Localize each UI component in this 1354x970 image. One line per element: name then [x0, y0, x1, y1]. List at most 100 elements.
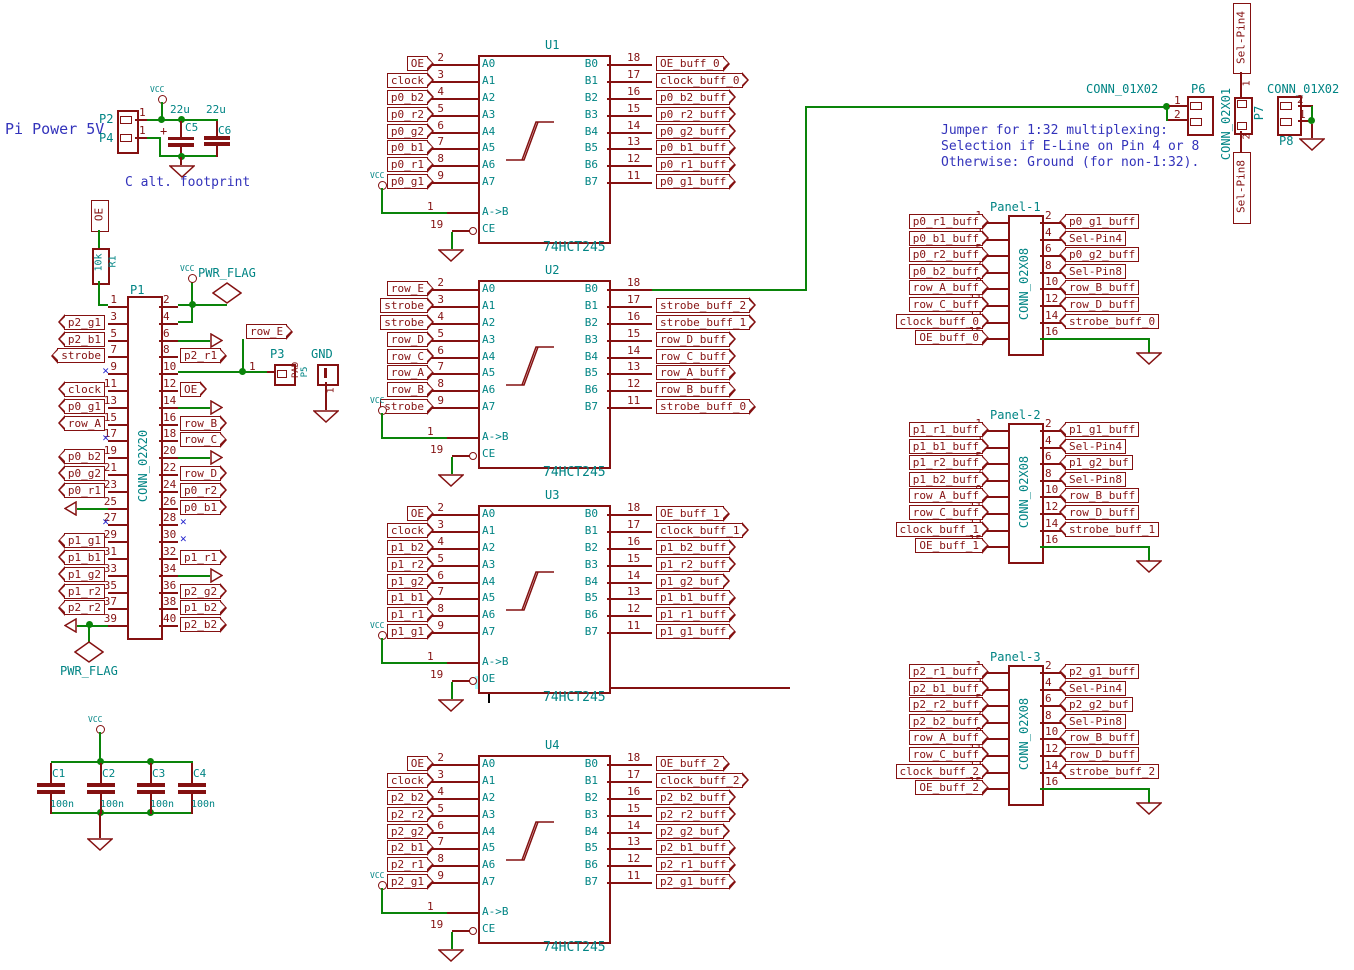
net-label[interactable]: p2_r2_buff [656, 807, 730, 822]
net-label[interactable]: strobe_buff_2 [656, 298, 750, 313]
net-label[interactable]: row_C_buff [656, 349, 730, 364]
net-label[interactable]: p1_b1 [387, 590, 428, 605]
net-label[interactable]: strobe [380, 399, 428, 414]
net-label[interactable]: p0_b1_buff [656, 140, 730, 155]
net-label[interactable]: clock [387, 773, 428, 788]
net-label[interactable]: OE [407, 56, 428, 71]
net-label[interactable]: p2_g2_buf [1065, 697, 1133, 712]
net-label[interactable]: p2_b2_buff [656, 790, 730, 805]
net-label[interactable]: p1_b1 [64, 550, 105, 565]
c6-value[interactable]: 22u [206, 103, 226, 116]
net-label[interactable]: p1_b2_buff [909, 472, 983, 487]
net-label[interactable]: p1_r1_buff [909, 422, 983, 437]
net-label[interactable]: row_B [180, 416, 221, 431]
p2-ref[interactable]: P2 [99, 112, 113, 126]
net-label[interactable]: OE_buff_0 [656, 56, 724, 71]
net-label[interactable]: OE [407, 756, 428, 771]
net-label[interactable]: p1_r2_buff [656, 557, 730, 572]
net-label[interactable]: p0_r1 [387, 157, 428, 172]
kicad-schematic-canvas[interactable]: { "colors":{"component":"#841111","wire"… [0, 0, 1354, 969]
net-label[interactable]: p0_r1 [64, 483, 105, 498]
net-label[interactable]: OE_buff_1 [915, 538, 983, 553]
ic-value[interactable]: 74HCT245 [543, 690, 606, 705]
net-label[interactable]: clock_buff_2 [656, 773, 743, 788]
net-label[interactable]: strobe_buff_0 [1065, 314, 1159, 329]
net-label[interactable]: strobe_buff_1 [656, 315, 750, 330]
net-label[interactable]: row_B_buff [1065, 730, 1139, 745]
net-label[interactable]: row_A [387, 365, 428, 380]
net-label[interactable]: p2_b1_buff [909, 681, 983, 696]
p5-ref[interactable]: P5 [300, 364, 310, 380]
net-label[interactable]: p1_g1 [64, 533, 105, 548]
panel-value[interactable]: CONN_02X08 [1017, 686, 1031, 782]
net-label[interactable]: p1_r1_buff [656, 607, 730, 622]
ic-ref[interactable]: U1 [545, 38, 559, 52]
net-label[interactable]: p1_g1_buff [1065, 422, 1139, 437]
net-label[interactable]: row_D_buff [1065, 747, 1139, 762]
net-label[interactable]: p0_b2 [64, 449, 105, 464]
cap-ref[interactable]: C1 [52, 767, 65, 780]
panel-3-connector[interactable]: Panel-3 CONN_02X08 1p2_r1_buff3p2_b1_buf… [890, 650, 1235, 828]
net-label[interactable]: p0_b2 [387, 90, 428, 105]
p1-connector[interactable]: P1 CONN_02X20 1 3 p2_g1 5 [40, 280, 370, 660]
net-label[interactable]: OE [407, 506, 428, 521]
net-label[interactable]: p2_r1_buff [656, 857, 730, 872]
net-label[interactable]: row_B [387, 382, 428, 397]
net-label[interactable]: p0_g1 [387, 174, 428, 189]
net-label[interactable]: p1_b2 [180, 600, 221, 615]
cap-value[interactable]: 100n [50, 799, 74, 810]
net-label[interactable]: p1_b1_buff [909, 439, 983, 454]
net-label[interactable]: p0_g1 [64, 399, 105, 414]
pwr-flag-label[interactable]: PWR_FLAG [60, 664, 118, 678]
net-label[interactable]: OE_buff_1 [656, 506, 724, 521]
net-label[interactable]: Sel-Pin4 [1065, 681, 1126, 696]
net-label[interactable]: p0_r1_buff [909, 214, 983, 229]
net-label[interactable]: Sel-Pin4 [1065, 231, 1126, 246]
net-label-row-e[interactable]: row_E [246, 324, 287, 339]
net-label[interactable]: p1_r2 [387, 557, 428, 572]
net-label[interactable]: Sel-Pin4 [1065, 439, 1126, 454]
net-label[interactable]: p1_g2_buf [1065, 455, 1133, 470]
net-label[interactable]: p2_r2_buff [909, 697, 983, 712]
net-label[interactable]: p2_b2 [180, 617, 221, 632]
ic-value[interactable]: 74HCT245 [543, 940, 606, 955]
p7-ref[interactable]: P7 [1252, 101, 1266, 125]
net-label[interactable]: p2_b1 [387, 840, 428, 855]
net-label[interactable]: row_A [64, 416, 105, 431]
p6-ref[interactable]: P6 [1191, 82, 1205, 96]
net-label[interactable]: row_C [387, 349, 428, 364]
net-label[interactable]: row_D_buff [1065, 297, 1139, 312]
net-label[interactable]: row_E [387, 281, 428, 296]
net-label[interactable]: OE_buff_2 [656, 756, 724, 771]
net-label[interactable]: p1_b1_buff [656, 590, 730, 605]
net-label[interactable]: p2_g1_buff [1065, 664, 1139, 679]
c5-plate[interactable] [168, 137, 194, 140]
net-label[interactable]: strobe [380, 298, 428, 313]
panel-ref[interactable]: Panel-3 [990, 650, 1041, 664]
c5-value[interactable]: 22u [170, 103, 190, 116]
cap-value[interactable]: 100n [150, 799, 174, 810]
cap-ref[interactable]: C2 [102, 767, 115, 780]
p3-ref[interactable]: P3 [270, 347, 284, 361]
net-label[interactable]: clock [64, 382, 105, 397]
net-label[interactable]: p1_b2 [387, 540, 428, 555]
ic-value[interactable]: 74HCT245 [543, 240, 606, 255]
net-label[interactable]: p1_r1 [180, 550, 221, 565]
net-label[interactable]: p2_r1 [387, 857, 428, 872]
net-label[interactable]: p2_g2_buf [656, 824, 724, 839]
net-label[interactable]: p0_r2 [387, 107, 428, 122]
net-label[interactable]: row_B_buff [1065, 488, 1139, 503]
net-label[interactable]: p0_g2 [64, 466, 105, 481]
pwr-flag-label[interactable]: PWR_FLAG [198, 266, 256, 280]
net-label[interactable]: p1_r1 [387, 607, 428, 622]
net-label[interactable]: clock_buff_0 [656, 73, 743, 88]
p8-ref[interactable]: P8 [1279, 134, 1293, 148]
cap-ref[interactable]: C4 [193, 767, 206, 780]
net-label[interactable]: p0_b1 [180, 500, 221, 515]
net-label[interactable]: p1_g2_buf [656, 574, 724, 589]
net-label[interactable]: strobe [380, 315, 428, 330]
net-label[interactable]: p2_g2 [180, 584, 221, 599]
panel-value[interactable]: CONN_02X08 [1017, 236, 1031, 332]
net-label[interactable]: p0_g2_buff [1065, 247, 1139, 262]
p6-value[interactable]: CONN_01X02 [1086, 82, 1158, 96]
